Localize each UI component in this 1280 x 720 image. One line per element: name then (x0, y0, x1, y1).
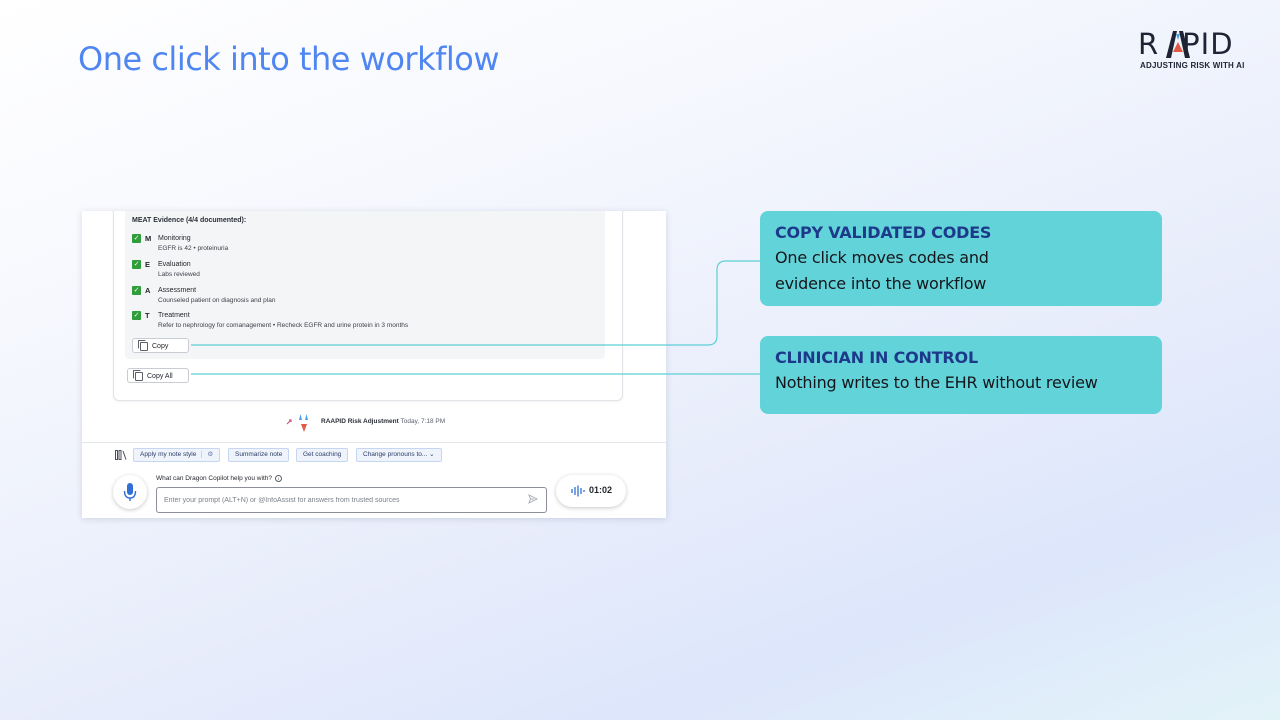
prompt-input[interactable] (156, 487, 547, 513)
copy-button[interactable]: Copy (132, 338, 189, 353)
chip-summarize-note[interactable]: Summarize note (228, 448, 290, 462)
callout-copy-validated-codes: COPY VALIDATED CODES One click moves cod… (760, 211, 1162, 306)
attribution-text: RAAPID Risk Adjustment Today, 7:18 PM (321, 418, 445, 425)
chip-label: Get coaching (303, 451, 342, 458)
send-icon[interactable] (528, 494, 538, 504)
library-icon[interactable] (115, 450, 127, 460)
meat-item-detail: Labs reviewed (158, 271, 200, 278)
chip-label: Change pronouns to... (363, 451, 428, 458)
recording-timer: 01:02 (589, 485, 613, 495)
meat-evidence-panel: MEAT Evidence (4/4 documented): ✓ M Moni… (125, 211, 605, 359)
copy-button-label: Copy (152, 343, 169, 350)
meat-item-title: Evaluation (158, 261, 191, 268)
meat-item-detail: EGFR is 42 • proteinuria (158, 245, 229, 252)
microphone-button[interactable] (113, 475, 147, 509)
composer-divider (82, 442, 666, 443)
info-icon[interactable]: i (274, 475, 282, 482)
meat-item-assessment: ✓ A Assessment Counseled patient on diag… (132, 286, 592, 308)
chip-change-pronouns[interactable]: Change pronouns to... ⌄ (356, 448, 442, 462)
chip-get-coaching[interactable]: Get coaching (296, 448, 349, 462)
check-icon: ✓ (132, 234, 141, 243)
meat-item-detail: Counseled patient on diagnosis and plan (158, 297, 276, 304)
meat-item-evaluation: ✓ E Evaluation Labs reviewed (132, 260, 592, 282)
microphone-icon (123, 483, 137, 501)
callout-body-line: Nothing writes to the EHR without review (775, 373, 1098, 392)
meat-heading: MEAT Evidence (4/4 documented): (132, 217, 247, 224)
meat-item-detail: Refer to nephrology for comanagement • R… (158, 322, 409, 329)
meat-item-monitoring: ✓ M Monitoring EGFR is 42 • proteinuria (132, 234, 592, 256)
meat-letter: A (145, 286, 151, 295)
meat-letter: T (145, 311, 150, 320)
copy-icon (138, 340, 148, 351)
logo-tagline: ADJUSTING RISK WITH AI (1140, 61, 1245, 70)
attribution-time: Today, 7:18 PM (400, 418, 446, 425)
chip-apply-note-style[interactable]: Apply my note style ⚙ (133, 448, 221, 462)
meat-item-title: Assessment (158, 287, 197, 294)
chip-label: Summarize note (235, 451, 283, 458)
callout-body-line: evidence into the workflow (775, 274, 987, 293)
callout-heading: CLINICIAN IN CONTROL (775, 348, 978, 367)
check-icon: ✓ (132, 311, 141, 320)
meat-item-title: Treatment (158, 312, 190, 319)
settings-icon[interactable]: ⚙ (201, 451, 214, 458)
prompt-label: What can Dragon Copilot help you with? i (156, 475, 282, 482)
waveform-icon (571, 485, 585, 497)
logo-wordmark: R PID (1138, 28, 1248, 60)
check-icon: ✓ (132, 260, 141, 269)
callout-clinician-in-control: CLINICIAN IN CONTROL Nothing writes to t… (760, 336, 1162, 414)
chevron-down-icon: ⌄ (429, 451, 435, 458)
logo-word-left: R (1138, 27, 1160, 61)
chip-label: Apply my note style (140, 451, 197, 458)
callout-heading: COPY VALIDATED CODES (775, 223, 992, 242)
copy-all-button[interactable]: Copy All (127, 368, 189, 383)
meat-item-treatment: ✓ T Treatment Refer to nephrology for co… (132, 311, 592, 333)
meat-item-title: Monitoring (158, 235, 191, 242)
assistant-message-card: MEAT Evidence (4/4 documented): ✓ M Moni… (113, 211, 623, 401)
dragon-copilot-screenshot: MEAT Evidence (4/4 documented): ✓ M Moni… (82, 211, 666, 518)
raapid-logo: R PID ADJUSTING RISK WITH AI (1138, 28, 1250, 74)
prompt-label-text: What can Dragon Copilot help you with? (156, 475, 272, 482)
check-icon: ✓ (132, 286, 141, 295)
meat-letter: M (145, 234, 152, 243)
meat-letter: E (145, 260, 151, 269)
slide-title: One click into the workflow (78, 40, 500, 78)
message-attribution: RAAPID Risk Adjustment Today, 7:18 PM (285, 412, 525, 434)
callout-body-line: One click moves codes and (775, 248, 989, 267)
copy-all-button-label: Copy All (147, 373, 173, 380)
copy-icon (133, 370, 143, 381)
raapid-agent-icon (286, 414, 308, 432)
attribution-name: RAAPID Risk Adjustment (321, 418, 399, 425)
logo-a-mark-icon (1166, 31, 1190, 58)
recording-timer-button[interactable]: 01:02 (556, 475, 626, 507)
